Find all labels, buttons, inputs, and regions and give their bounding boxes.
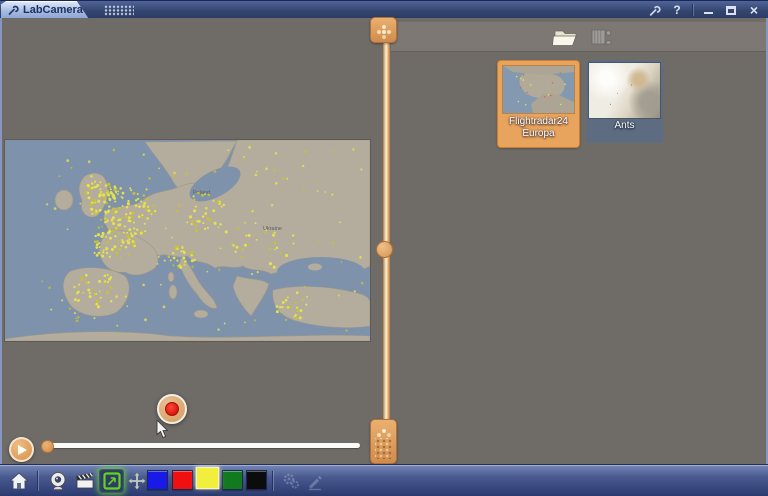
color-swatch-blue[interactable]	[147, 470, 168, 490]
grip-dots-icon	[382, 30, 386, 34]
help-icon: ?	[673, 3, 680, 17]
home-button[interactable]	[6, 469, 31, 493]
recording-title: Ants	[588, 120, 661, 132]
share-recordings-button[interactable]	[585, 24, 619, 50]
play-button[interactable]	[9, 437, 34, 462]
toolbar-divider	[37, 471, 38, 491]
splitter-knob[interactable]	[376, 241, 393, 258]
help-button[interactable]: ?	[669, 3, 685, 18]
webcam-icon	[47, 470, 69, 492]
camera-button[interactable]	[45, 469, 70, 493]
drag-handle-dots[interactable]	[104, 5, 134, 16]
close-button[interactable]: ×	[746, 3, 762, 18]
maximize-icon	[726, 6, 736, 15]
minimize-button[interactable]	[700, 3, 716, 18]
record-icon	[165, 402, 179, 416]
toolbar-divider	[272, 471, 273, 491]
folder-open-icon	[550, 25, 580, 49]
wrench-icon	[648, 4, 661, 17]
pan-arrows-icon	[126, 470, 148, 492]
recordings-button[interactable]	[72, 469, 97, 493]
recording-tile[interactable]: Ants	[586, 60, 663, 143]
timeline-slider[interactable]	[46, 443, 360, 448]
app-title: LabCamera	[23, 4, 83, 17]
recording-thumbnail	[503, 66, 574, 113]
color-swatch-yellow[interactable]	[196, 467, 220, 489]
close-icon: ×	[750, 4, 758, 16]
draw-button[interactable]	[302, 469, 327, 493]
window-controls: ? ×	[646, 1, 762, 19]
record-button[interactable]	[157, 394, 187, 424]
recording-title: Flightradar24 Europa	[500, 116, 577, 140]
splitter-bottom-grip[interactable]	[370, 419, 397, 464]
ants-thumbnail-image	[589, 63, 660, 118]
recording-thumbnail	[589, 63, 660, 118]
timeline-slider-handle[interactable]	[41, 440, 54, 453]
recording-tile[interactable]: Flightradar24 Europa	[498, 61, 579, 147]
maximize-button[interactable]	[723, 3, 739, 18]
labcamera-window: LabCamera ? ×	[0, 0, 768, 496]
color-swatch-red[interactable]	[172, 470, 193, 490]
recordings-toolbar	[391, 22, 766, 52]
grip-dots-icon	[382, 429, 386, 433]
pen-icon	[304, 470, 326, 492]
camera-preview: Poland Ukraine	[5, 140, 370, 341]
play-icon	[18, 445, 27, 455]
color-swatch-green[interactable]	[222, 470, 243, 490]
settings-button[interactable]	[278, 469, 303, 493]
map-thumbnail-image	[503, 66, 574, 113]
flightradar-map-image: Poland Ukraine	[5, 140, 370, 341]
home-icon	[8, 470, 30, 492]
pan-view-button[interactable]	[124, 469, 149, 493]
app-tab[interactable]: LabCamera	[1, 1, 89, 19]
splitter-top-grip[interactable]	[370, 17, 397, 43]
fit-view-icon	[102, 471, 122, 491]
clapperboard-icon	[74, 470, 96, 492]
share-recordings-icon	[589, 26, 615, 48]
fit-view-button[interactable]	[99, 469, 124, 493]
wrench-icon	[7, 4, 19, 16]
controls-divider	[692, 4, 693, 16]
pin-tool-button[interactable]	[646, 3, 662, 18]
grip-texture	[375, 438, 392, 459]
gears-icon	[280, 470, 302, 492]
bottom-toolbar: M ZAIK	[0, 464, 768, 496]
minimize-icon	[704, 12, 713, 14]
titlebar: LabCamera ? ×	[0, 0, 768, 18]
color-swatch-black[interactable]	[246, 470, 267, 490]
open-folder-button[interactable]	[548, 24, 582, 50]
